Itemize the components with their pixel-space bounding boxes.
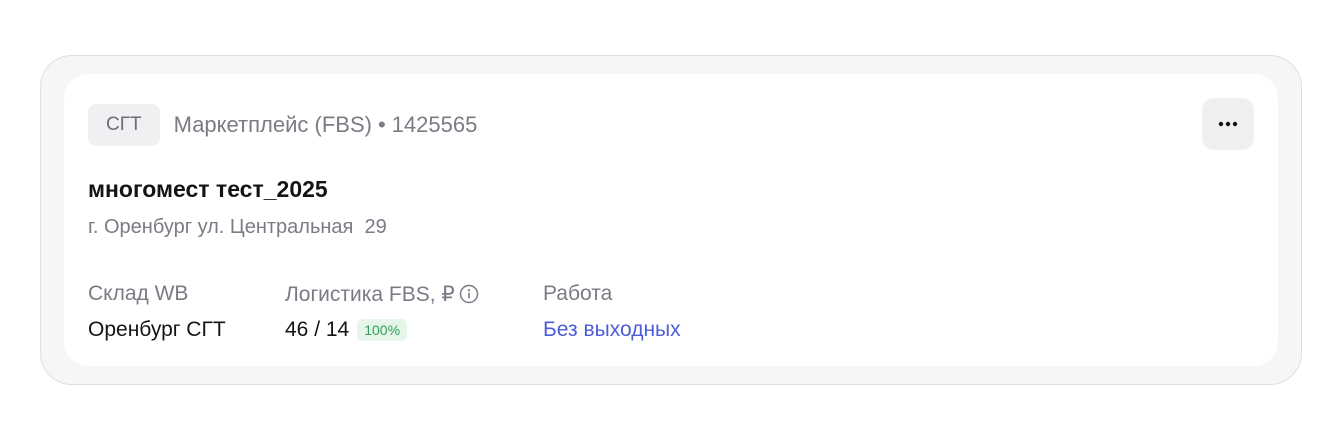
warehouse-card-body: СГТ Маркетплейс (FBS) • 1425565 многомес… <box>64 74 1278 366</box>
warehouse-title: многомест тест_2025 <box>88 176 328 202</box>
work-schedule-link[interactable]: Без выходных <box>543 316 681 344</box>
logistics-percent-badge: 100% <box>357 319 408 341</box>
warehouse-tag: СГТ <box>88 104 160 146</box>
work-column: Работа Без выходных <box>543 280 681 344</box>
marketplace-type: Маркетплейс (FBS) <box>173 112 372 137</box>
meta-separator: • <box>377 112 386 137</box>
info-icon[interactable] <box>459 284 479 304</box>
logistics-column: Логистика FBS, ₽ 46 / 14 100% <box>285 280 479 344</box>
logistics-value-row: 46 / 14 100% <box>285 316 479 344</box>
warehouse-card: СГТ Маркетплейс (FBS) • 1425565 многомес… <box>40 55 1302 385</box>
warehouse-value: Оренбург СГТ <box>88 318 226 341</box>
warehouse-address: г. Оренбург ул. Центральная 29 <box>88 216 387 238</box>
logistics-value: 46 / 14 <box>285 318 350 341</box>
more-horizontal-icon <box>1218 121 1238 127</box>
logistics-label: Логистика FBS, ₽ <box>285 282 455 306</box>
warehouse-id: 1425565 <box>391 112 478 137</box>
more-options-button[interactable] <box>1202 98 1254 150</box>
logistics-label-row: Логистика FBS, ₽ <box>285 280 479 308</box>
warehouse-label: Склад WB <box>88 282 189 305</box>
card-meta: Маркетплейс (FBS) • 1425565 <box>174 112 478 138</box>
card-header: СГТ Маркетплейс (FBS) • 1425565 <box>88 104 477 146</box>
work-label: Работа <box>543 282 613 305</box>
warehouse-column: Склад WB Оренбург СГТ <box>88 280 226 344</box>
